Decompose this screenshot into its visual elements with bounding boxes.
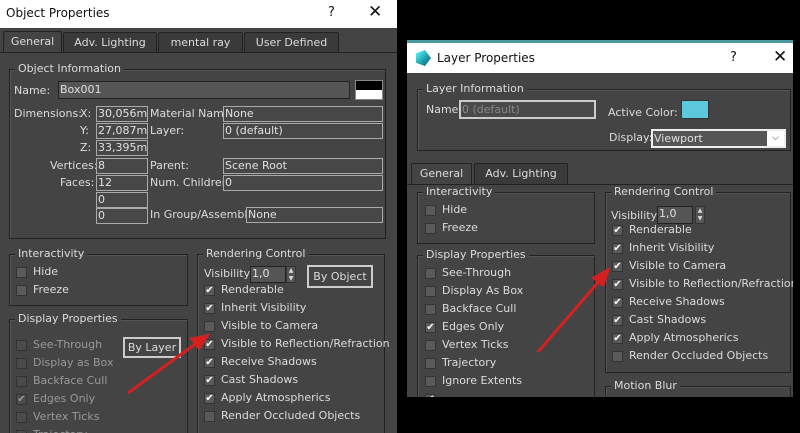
- annotation-arrow-left: [127, 340, 199, 395]
- annotation-arrows: [127, 266, 611, 395]
- annotation-arrow-right: [536, 278, 603, 353]
